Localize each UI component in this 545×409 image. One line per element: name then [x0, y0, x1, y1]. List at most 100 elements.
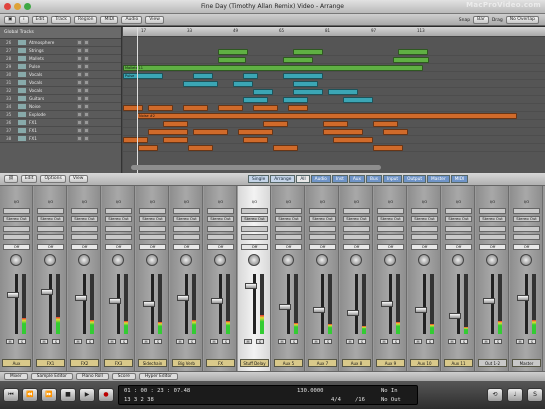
mute-button[interactable] [77, 48, 82, 53]
rewind-icon[interactable]: ⏪ [22, 388, 38, 402]
solo-button[interactable] [84, 88, 89, 93]
insert-slot[interactable] [275, 208, 302, 214]
track-row[interactable]: 33 Guitars [0, 95, 121, 103]
region[interactable] [293, 81, 318, 87]
mixer-view-menu[interactable]: View [68, 175, 88, 183]
channel-name[interactable]: Out 1-2 [478, 359, 507, 367]
send-slot[interactable] [37, 226, 64, 232]
volume-fader[interactable] [415, 307, 427, 313]
send-slot[interactable] [207, 226, 234, 232]
pan-knob[interactable] [248, 254, 260, 266]
insert-slot[interactable] [105, 208, 132, 214]
mute-button[interactable] [77, 112, 82, 117]
channel-name[interactable]: FX2 [70, 359, 99, 367]
track-row[interactable]: 28 Mallets [0, 55, 121, 63]
send-slot[interactable] [139, 226, 166, 232]
channel-name[interactable]: Aux 11 [444, 359, 473, 367]
pan-knob[interactable] [214, 254, 226, 266]
insert-slot[interactable] [479, 208, 506, 214]
group-slot[interactable] [173, 234, 200, 240]
send-slot[interactable] [3, 226, 30, 232]
group-slot[interactable] [37, 234, 64, 240]
insert-slot[interactable] [445, 208, 472, 214]
mixer-tab-input[interactable]: Input [382, 175, 403, 183]
group-slot[interactable] [207, 234, 234, 240]
solo-button[interactable] [84, 72, 89, 77]
send-slot[interactable] [343, 226, 370, 232]
editor-tab[interactable]: Piano Roll [75, 373, 109, 380]
volume-fader[interactable] [245, 283, 257, 289]
snap-select[interactable]: Bar [473, 16, 489, 24]
mixer-tab-master[interactable]: Master [427, 175, 450, 183]
insert-slot[interactable] [343, 208, 370, 214]
drag-select[interactable]: No Overlap [505, 16, 539, 24]
output-slot[interactable]: Stereo Out [241, 216, 268, 222]
region[interactable] [123, 137, 148, 143]
volume-fader[interactable] [279, 304, 291, 310]
track-row[interactable]: 36 FX1 [0, 119, 121, 127]
region[interactable] [163, 137, 188, 143]
channel-name[interactable]: FX [206, 359, 235, 367]
group-slot[interactable] [377, 234, 404, 240]
volume-fader[interactable] [211, 298, 223, 304]
solo-button[interactable]: S [392, 339, 400, 344]
pan-knob[interactable] [452, 254, 464, 266]
mute-button[interactable]: M [74, 339, 82, 344]
channel-name[interactable]: Aux 10 [410, 359, 439, 367]
region[interactable] [188, 145, 213, 151]
group-slot[interactable] [3, 234, 30, 240]
solo-button[interactable] [84, 104, 89, 109]
play-icon[interactable]: ▶ [79, 388, 95, 402]
mixer-tab-arrange[interactable]: Arrange [270, 175, 296, 183]
automation-off[interactable]: Off [139, 244, 166, 250]
automation-off[interactable]: Off [309, 244, 336, 250]
send-slot[interactable] [309, 226, 336, 232]
editor-tab[interactable]: Sample Editor [30, 373, 73, 380]
region[interactable] [148, 129, 188, 135]
solo-button[interactable] [84, 80, 89, 85]
solo-icon[interactable]: S [527, 388, 543, 402]
mute-button[interactable] [77, 40, 82, 45]
channel-strip[interactable]: I/O Stereo Out Off M S Aux 5 [272, 186, 305, 371]
mute-button[interactable] [77, 88, 82, 93]
automation-off[interactable]: Off [37, 244, 64, 250]
pan-knob[interactable] [486, 254, 498, 266]
region[interactable] [138, 145, 158, 151]
output-slot[interactable]: Stereo Out [343, 216, 370, 222]
volume-fader[interactable] [483, 298, 495, 304]
metronome-icon[interactable]: ♩ [507, 388, 523, 402]
pan-knob[interactable] [350, 254, 362, 266]
output-slot[interactable]: Stereo Out [37, 216, 64, 222]
automation-off[interactable]: Off [173, 244, 200, 250]
region[interactable] [383, 129, 408, 135]
volume-fader[interactable] [75, 295, 87, 301]
insert-slot[interactable] [207, 208, 234, 214]
region[interactable] [373, 145, 403, 151]
channel-strip[interactable]: I/O Stereo Out Off M S Aux 7 [306, 186, 339, 371]
insert-slot[interactable] [173, 208, 200, 214]
region[interactable] [293, 89, 323, 95]
mute-button[interactable] [77, 104, 82, 109]
solo-button[interactable] [84, 136, 89, 141]
link-button[interactable]: ⛓ [4, 175, 18, 183]
insert-slot[interactable] [37, 208, 64, 214]
solo-button[interactable] [84, 96, 89, 101]
send-slot[interactable] [513, 226, 540, 232]
channel-name[interactable]: Master [512, 359, 541, 367]
group-slot[interactable] [105, 234, 132, 240]
automation-off[interactable]: Off [343, 244, 370, 250]
channel-strip[interactable]: I/O Stereo Out Off M S Master [510, 186, 543, 371]
channel-strip[interactable]: I/O Stereo Out Off M S Big Verb [170, 186, 203, 371]
channel-name[interactable]: Aux [2, 359, 31, 367]
insert-slot[interactable] [411, 208, 438, 214]
region[interactable] [283, 73, 323, 79]
region[interactable] [163, 121, 188, 127]
output-slot[interactable]: Stereo Out [411, 216, 438, 222]
channel-strip[interactable]: I/O Stereo Out Off M S Aux 11 [442, 186, 475, 371]
forward-icon[interactable]: ⏩ [41, 388, 57, 402]
volume-fader[interactable] [7, 292, 19, 298]
automation-off[interactable]: Off [207, 244, 234, 250]
channel-name[interactable]: Aux 7 [308, 359, 337, 367]
cycle-icon[interactable]: ⟲ [487, 388, 503, 402]
channel-name[interactable]: Aux 8 [342, 359, 371, 367]
